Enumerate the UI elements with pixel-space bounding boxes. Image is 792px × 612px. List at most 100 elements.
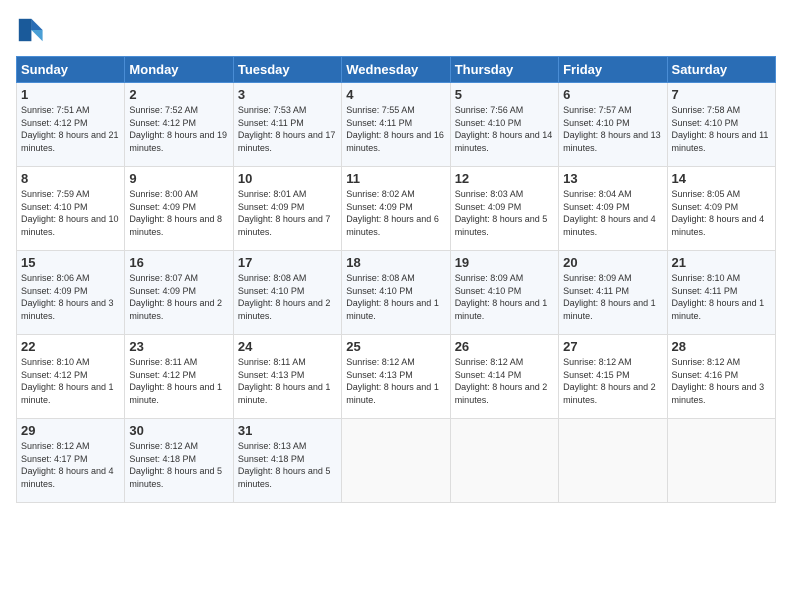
day-number: 31 [238,423,337,438]
day-info: Sunrise: 8:08 AMSunset: 4:10 PMDaylight:… [346,272,445,322]
calendar-cell: 16 Sunrise: 8:07 AMSunset: 4:09 PMDayligh… [125,251,233,335]
calendar-cell: 24 Sunrise: 8:11 AMSunset: 4:13 PMDayligh… [233,335,341,419]
calendar-cell: 30Sunrise: 8:12 AMSunset: 4:18 PMDayligh… [125,419,233,503]
calendar-cell: 11 Sunrise: 8:02 AMSunset: 4:09 PMDayligh… [342,167,450,251]
day-info: Sunrise: 8:07 AMSunset: 4:09 PMDaylight:… [129,272,228,322]
calendar-week-row: 22 Sunrise: 8:10 AMSunset: 4:12 PMDayligh… [17,335,776,419]
day-number: 10 [238,171,337,186]
calendar-cell [667,419,775,503]
calendar-cell: 8 Sunrise: 7:59 AMSunset: 4:10 PMDaylight… [17,167,125,251]
calendar-cell: 21Sunrise: 8:10 AMSunset: 4:11 PMDayligh… [667,251,775,335]
day-number: 25 [346,339,445,354]
calendar-cell [342,419,450,503]
day-info: Sunrise: 7:51 AMSunset: 4:12 PMDaylight:… [21,104,120,154]
day-number: 1 [21,87,120,102]
day-info: Sunrise: 7:56 AMSunset: 4:10 PMDaylight:… [455,104,554,154]
calendar-week-row: 15 Sunrise: 8:06 AMSunset: 4:09 PMDayligh… [17,251,776,335]
day-number: 21 [672,255,771,270]
calendar-table: SundayMondayTuesdayWednesdayThursdayFrid… [16,56,776,503]
calendar-cell: 29 Sunrise: 8:12 AMSunset: 4:17 PMDayligh… [17,419,125,503]
calendar-cell: 28 Sunrise: 8:12 AMSunset: 4:16 PMDayligh… [667,335,775,419]
day-number: 8 [21,171,120,186]
calendar-cell: 2 Sunrise: 7:52 AMSunset: 4:12 PMDaylight… [125,83,233,167]
calendar-cell: 9 Sunrise: 8:00 AMSunset: 4:09 PMDaylight… [125,167,233,251]
calendar-cell: 7 Sunrise: 7:58 AMSunset: 4:10 PMDaylight… [667,83,775,167]
calendar-cell: 1 Sunrise: 7:51 AMSunset: 4:12 PMDaylight… [17,83,125,167]
day-info: Sunrise: 7:57 AMSunset: 4:10 PMDaylight:… [563,104,662,154]
day-number: 24 [238,339,337,354]
weekday-header-row: SundayMondayTuesdayWednesdayThursdayFrid… [17,57,776,83]
calendar-cell: 13Sunrise: 8:04 AMSunset: 4:09 PMDayligh… [559,167,667,251]
day-number: 28 [672,339,771,354]
day-info: Sunrise: 8:13 AMSunset: 4:18 PMDaylight:… [238,440,337,490]
header [16,16,776,44]
day-number: 5 [455,87,554,102]
day-info: Sunrise: 8:12 AMSunset: 4:14 PMDaylight:… [455,356,554,406]
day-number: 29 [21,423,120,438]
calendar-cell: 6 Sunrise: 7:57 AMSunset: 4:10 PMDaylight… [559,83,667,167]
day-number: 23 [129,339,228,354]
day-info: Sunrise: 8:03 AMSunset: 4:09 PMDaylight:… [455,188,554,238]
page-container: SundayMondayTuesdayWednesdayThursdayFrid… [0,0,792,511]
weekday-header-thursday: Thursday [450,57,558,83]
weekday-header-friday: Friday [559,57,667,83]
calendar-cell: 3 Sunrise: 7:53 AMSunset: 4:11 PMDaylight… [233,83,341,167]
day-info: Sunrise: 8:12 AMSunset: 4:18 PMDaylight:… [129,440,228,490]
day-info: Sunrise: 7:58 AMSunset: 4:10 PMDaylight:… [672,104,771,154]
calendar-week-row: 29 Sunrise: 8:12 AMSunset: 4:17 PMDayligh… [17,419,776,503]
day-info: Sunrise: 8:06 AMSunset: 4:09 PMDaylight:… [21,272,120,322]
day-info: Sunrise: 8:02 AMSunset: 4:09 PMDaylight:… [346,188,445,238]
day-info: Sunrise: 8:08 AMSunset: 4:10 PMDaylight:… [238,272,337,322]
calendar-cell: 25 Sunrise: 8:12 AMSunset: 4:13 PMDayligh… [342,335,450,419]
day-info: Sunrise: 8:12 AMSunset: 4:16 PMDaylight:… [672,356,771,406]
day-info: Sunrise: 8:12 AMSunset: 4:17 PMDaylight:… [21,440,120,490]
day-number: 19 [455,255,554,270]
day-number: 14 [672,171,771,186]
logo [16,16,48,44]
calendar-cell: 12 Sunrise: 8:03 AMSunset: 4:09 PMDayligh… [450,167,558,251]
day-number: 15 [21,255,120,270]
day-info: Sunrise: 8:11 AMSunset: 4:13 PMDaylight:… [238,356,337,406]
day-number: 22 [21,339,120,354]
day-info: Sunrise: 8:10 AMSunset: 4:12 PMDaylight:… [21,356,120,406]
calendar-cell: 17Sunrise: 8:08 AMSunset: 4:10 PMDayligh… [233,251,341,335]
day-info: Sunrise: 8:05 AMSunset: 4:09 PMDaylight:… [672,188,771,238]
day-number: 27 [563,339,662,354]
day-number: 3 [238,87,337,102]
calendar-cell [450,419,558,503]
day-number: 20 [563,255,662,270]
day-info: Sunrise: 7:53 AMSunset: 4:11 PMDaylight:… [238,104,337,154]
day-number: 18 [346,255,445,270]
day-number: 6 [563,87,662,102]
day-info: Sunrise: 7:55 AMSunset: 4:11 PMDaylight:… [346,104,445,154]
calendar-cell: 4 Sunrise: 7:55 AMSunset: 4:11 PMDaylight… [342,83,450,167]
day-info: Sunrise: 8:00 AMSunset: 4:09 PMDaylight:… [129,188,228,238]
logo-icon [16,16,44,44]
day-number: 26 [455,339,554,354]
calendar-cell: 18 Sunrise: 8:08 AMSunset: 4:10 PMDayligh… [342,251,450,335]
calendar-cell [559,419,667,503]
day-number: 7 [672,87,771,102]
weekday-header-monday: Monday [125,57,233,83]
calendar-cell: 15 Sunrise: 8:06 AMSunset: 4:09 PMDayligh… [17,251,125,335]
day-info: Sunrise: 7:59 AMSunset: 4:10 PMDaylight:… [21,188,120,238]
day-number: 11 [346,171,445,186]
calendar-cell: 31 Sunrise: 8:13 AMSunset: 4:18 PMDayligh… [233,419,341,503]
day-info: Sunrise: 8:11 AMSunset: 4:12 PMDaylight:… [129,356,228,406]
day-number: 9 [129,171,228,186]
calendar-cell: 19Sunrise: 8:09 AMSunset: 4:10 PMDayligh… [450,251,558,335]
day-info: Sunrise: 8:12 AMSunset: 4:13 PMDaylight:… [346,356,445,406]
calendar-week-row: 8 Sunrise: 7:59 AMSunset: 4:10 PMDaylight… [17,167,776,251]
day-info: Sunrise: 8:09 AMSunset: 4:11 PMDaylight:… [563,272,662,322]
weekday-header-tuesday: Tuesday [233,57,341,83]
day-number: 4 [346,87,445,102]
day-info: Sunrise: 7:52 AMSunset: 4:12 PMDaylight:… [129,104,228,154]
calendar-cell: 22 Sunrise: 8:10 AMSunset: 4:12 PMDayligh… [17,335,125,419]
day-info: Sunrise: 8:01 AMSunset: 4:09 PMDaylight:… [238,188,337,238]
day-info: Sunrise: 8:12 AMSunset: 4:15 PMDaylight:… [563,356,662,406]
day-number: 16 [129,255,228,270]
day-number: 12 [455,171,554,186]
day-number: 2 [129,87,228,102]
weekday-header-saturday: Saturday [667,57,775,83]
calendar-cell: 20 Sunrise: 8:09 AMSunset: 4:11 PMDayligh… [559,251,667,335]
